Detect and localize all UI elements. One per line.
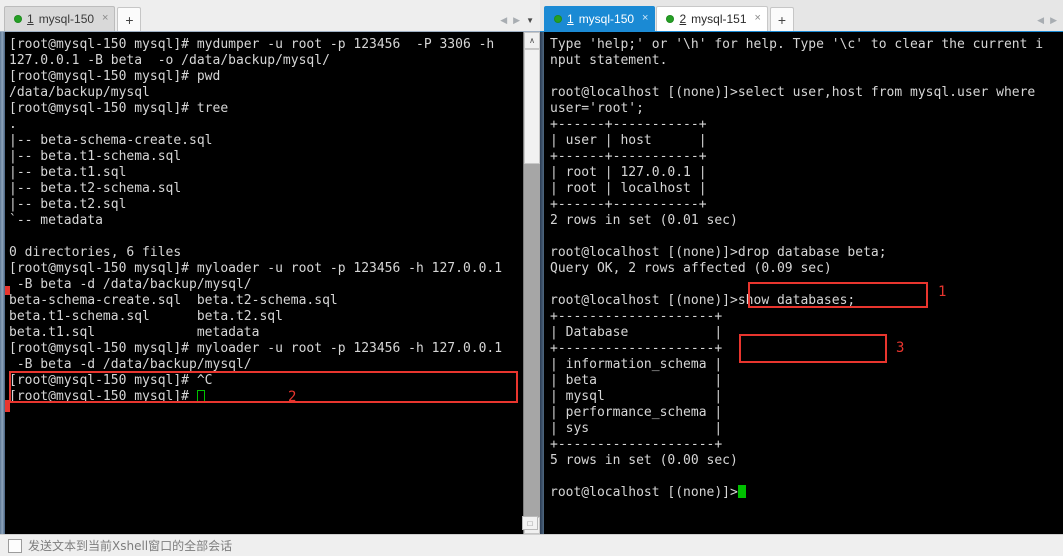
red-marker-tick bbox=[5, 400, 10, 412]
left-terminal-wrapper: [root@mysql-150 mysql]# mydumper -u root… bbox=[0, 31, 540, 534]
right-tab-mysql-150[interactable]: 1 mysql-150 × bbox=[544, 6, 656, 31]
scrollbar-track[interactable] bbox=[524, 49, 540, 517]
left-terminal-scrollbar[interactable]: ∧ ∨ bbox=[523, 32, 540, 534]
tab-scroll-left-icon[interactable]: ◀ bbox=[1037, 15, 1044, 26]
right-terminal-wrapper: Type 'help;' or '\h' for help. Type '\c'… bbox=[540, 31, 1063, 534]
tab-label: mysql-150 bbox=[578, 12, 635, 26]
status-bar-label: 发送文本到当前Xshell窗口的全部会话 bbox=[28, 539, 233, 553]
terminal-cursor bbox=[737, 485, 746, 498]
scrollbar-thumb[interactable] bbox=[524, 49, 540, 164]
connected-dot-icon bbox=[14, 15, 22, 23]
new-tab-button[interactable]: + bbox=[117, 7, 142, 31]
pane-splitter-handle[interactable]: □ bbox=[522, 516, 538, 530]
tab-index: 2 bbox=[679, 12, 687, 26]
connected-dot-icon bbox=[666, 15, 675, 23]
left-terminal-text: [root@mysql-150 mysql]# mydumper -u root… bbox=[9, 37, 503, 404]
tab-scroll-left-icon[interactable]: ◀ bbox=[500, 15, 507, 26]
annotation-label-3: 3 bbox=[896, 340, 905, 356]
new-tab-button[interactable]: + bbox=[769, 7, 794, 31]
connected-dot-icon bbox=[554, 15, 562, 23]
tab-index: 1 bbox=[27, 12, 34, 26]
close-icon[interactable]: × bbox=[99, 13, 108, 24]
send-to-all-sessions-checkbox[interactable] bbox=[8, 538, 22, 553]
left-session-pane: 1 mysql-150 × + ◀ ▶ ▼ [root@mysql-150 my… bbox=[0, 0, 540, 534]
annotation-label-2: 2 bbox=[288, 389, 297, 405]
red-marker-tick bbox=[5, 286, 10, 295]
right-terminal-text: Type 'help;' or '\h' for help. Type '\c'… bbox=[550, 37, 1044, 500]
annotation-label-1: 1 bbox=[938, 284, 947, 300]
left-tab-strip: 1 mysql-150 × + ◀ ▶ ▼ bbox=[0, 0, 540, 31]
tab-label: mysql-151 bbox=[691, 12, 747, 26]
tab-index: 1 bbox=[567, 12, 574, 26]
tab-label: mysql-150 bbox=[38, 12, 95, 26]
right-terminal-screen[interactable]: Type 'help;' or '\h' for help. Type '\c'… bbox=[544, 32, 1063, 534]
close-icon[interactable]: × bbox=[639, 13, 648, 24]
left-tab-nav: ◀ ▶ ▼ bbox=[500, 15, 534, 26]
tab-list-dropdown-icon[interactable]: ▼ bbox=[526, 16, 534, 25]
right-tab-strip: 1 mysql-150 × 2 mysql-151 × + ◀ ▶ bbox=[540, 0, 1063, 31]
tab-scroll-right-icon[interactable]: ▶ bbox=[1050, 15, 1057, 26]
right-session-pane: 1 mysql-150 × 2 mysql-151 × + ◀ ▶ Type '… bbox=[540, 0, 1063, 534]
tab-scroll-right-icon[interactable]: ▶ bbox=[513, 15, 520, 26]
close-icon[interactable]: × bbox=[752, 13, 761, 24]
status-bar: 发送文本到当前Xshell窗口的全部会话 bbox=[0, 534, 1063, 556]
left-terminal-screen[interactable]: [root@mysql-150 mysql]# mydumper -u root… bbox=[5, 32, 523, 534]
xshell-window: 1 mysql-150 × + ◀ ▶ ▼ [root@mysql-150 my… bbox=[0, 0, 1063, 556]
right-tab-nav: ◀ ▶ bbox=[1037, 15, 1057, 26]
scroll-up-icon[interactable]: ∧ bbox=[524, 32, 540, 49]
right-tab-mysql-151[interactable]: 2 mysql-151 × bbox=[656, 6, 768, 31]
left-tab-mysql-150[interactable]: 1 mysql-150 × bbox=[4, 6, 116, 31]
terminal-cursor bbox=[196, 390, 205, 402]
